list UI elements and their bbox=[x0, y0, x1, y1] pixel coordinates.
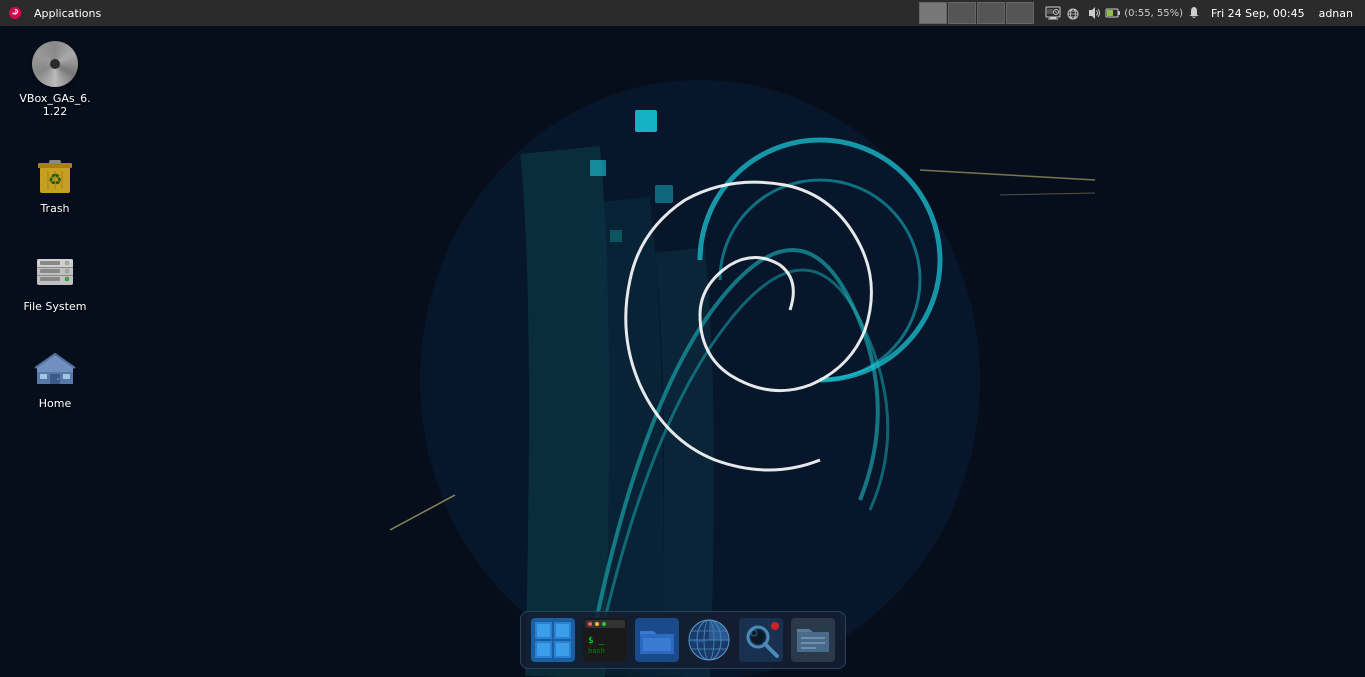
home-icon-container[interactable]: Home bbox=[10, 341, 100, 414]
workspace-2-button[interactable] bbox=[948, 2, 976, 24]
notification-bell-icon[interactable] bbox=[1185, 4, 1203, 22]
user-display[interactable]: adnan bbox=[1313, 7, 1359, 20]
panel-left: Applications bbox=[0, 5, 113, 22]
taskbar-filemanager2-button[interactable] bbox=[789, 616, 837, 664]
taskbar-search-button[interactable] bbox=[737, 616, 785, 664]
filesystem-image bbox=[31, 248, 79, 296]
filesystem-icon-container[interactable]: File System bbox=[10, 244, 100, 317]
trash-label: Trash bbox=[40, 202, 69, 215]
desktop-icons-area: VBox_GAs_6.1.22 ♻ bbox=[10, 36, 100, 414]
trash-icon[interactable]: ♻ Trash bbox=[10, 146, 100, 219]
vbox-label: VBox_GAs_6.1.22 bbox=[19, 92, 90, 118]
volume-icon[interactable] bbox=[1084, 4, 1102, 22]
clock-display: Fri 24 Sep, 00:45 bbox=[1205, 7, 1311, 20]
filesystem-label: File System bbox=[24, 300, 87, 313]
battery-icon[interactable] bbox=[1104, 4, 1122, 22]
desktop: Applications bbox=[0, 0, 1365, 677]
workspace-4-button[interactable] bbox=[1006, 2, 1034, 24]
vbox-icon[interactable]: VBox_GAs_6.1.22 bbox=[10, 36, 100, 122]
home-label: Home bbox=[39, 397, 71, 410]
svg-text:bash: bash bbox=[588, 647, 605, 655]
network-icon[interactable] bbox=[1064, 4, 1082, 22]
home-image bbox=[31, 345, 79, 393]
applications-menu[interactable]: Applications bbox=[30, 5, 105, 22]
taskbar-xfce-button[interactable] bbox=[529, 616, 577, 664]
debian-logo-icon bbox=[8, 6, 22, 20]
taskbar-browser-button[interactable] bbox=[685, 616, 733, 664]
screensaver-icon[interactable] bbox=[1044, 4, 1062, 22]
top-panel: Applications bbox=[0, 0, 1365, 26]
cd-image bbox=[31, 40, 79, 88]
desktop-background bbox=[0, 0, 1365, 677]
battery-text: (0:55, 55%) bbox=[1124, 8, 1183, 19]
taskbar-files-button[interactable] bbox=[633, 616, 681, 664]
taskbar-terminal-button[interactable]: $ _ bash bbox=[581, 616, 629, 664]
workspace-switcher bbox=[919, 2, 1034, 24]
svg-text:$ _: $ _ bbox=[588, 636, 605, 646]
taskbar: $ _ bash bbox=[520, 611, 846, 669]
workspace-1-button[interactable] bbox=[919, 2, 947, 24]
workspace-3-button[interactable] bbox=[977, 2, 1005, 24]
trash-image: ♻ bbox=[31, 150, 79, 198]
panel-right: (0:55, 55%) Fri 24 Sep, 00:45 adnan bbox=[1038, 4, 1365, 22]
